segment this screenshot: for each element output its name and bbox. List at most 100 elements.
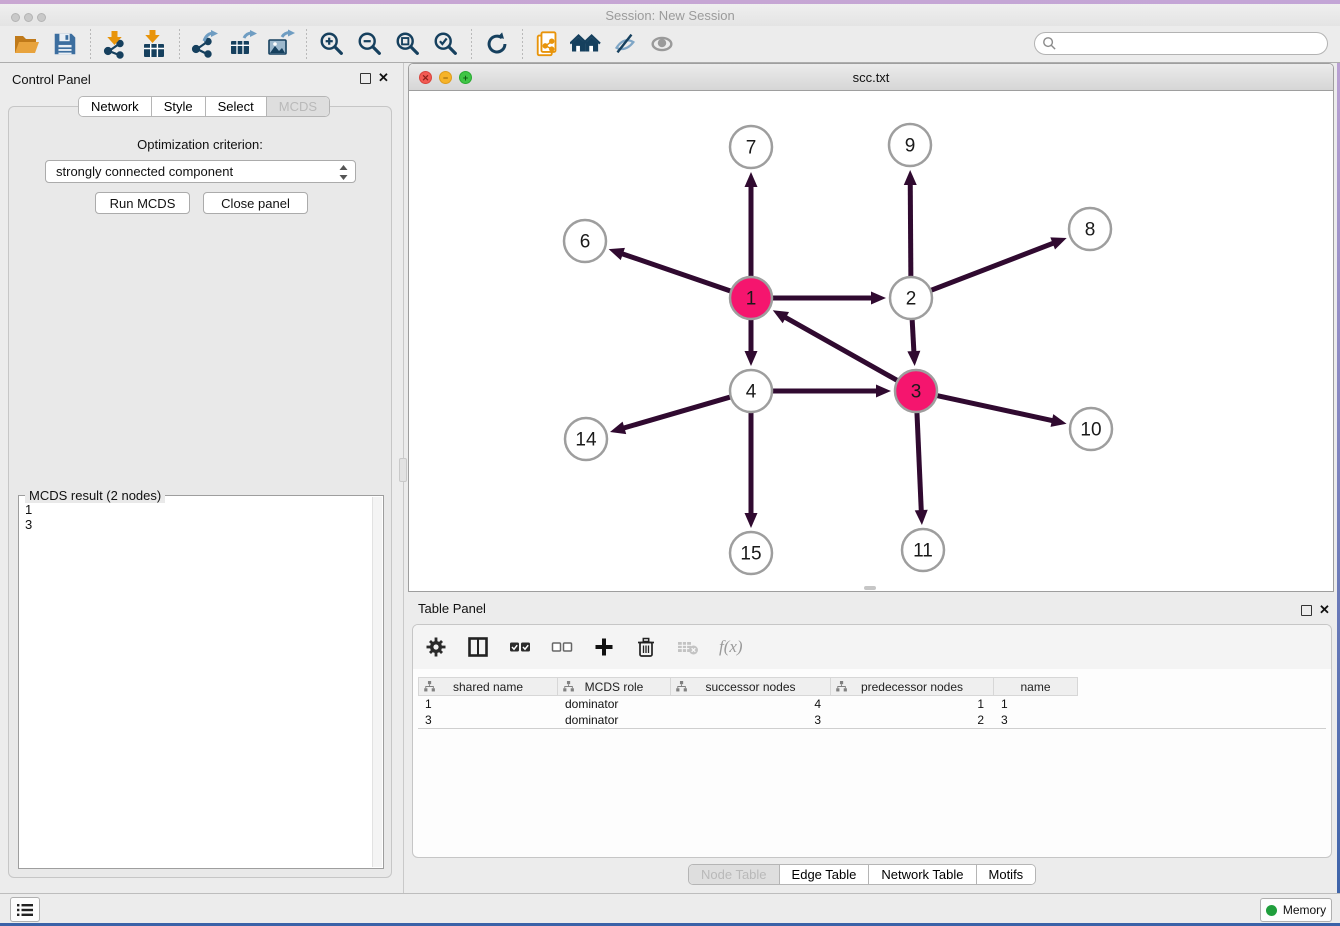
graph-node-label-8: 8 bbox=[1085, 220, 1096, 241]
panel-divider-handle[interactable] bbox=[399, 458, 407, 482]
refresh-layout-icon[interactable] bbox=[478, 27, 516, 61]
cell-mcds-role[interactable]: dominator bbox=[558, 696, 671, 712]
select-all-icon[interactable] bbox=[509, 636, 531, 658]
cell-mcds-role[interactable]: dominator bbox=[558, 712, 671, 728]
node-table-panel: f(x) shared nameMCDS rolesuccessor nodes… bbox=[412, 624, 1332, 858]
cell-shared-name[interactable]: 3 bbox=[418, 712, 558, 728]
graph-edge-3-10[interactable] bbox=[935, 395, 1054, 421]
open-folder-icon[interactable] bbox=[8, 27, 46, 61]
export-image-icon[interactable] bbox=[262, 27, 300, 61]
graph-edge-1-6[interactable] bbox=[621, 253, 733, 291]
toolbar-separator bbox=[471, 29, 472, 59]
list-icon bbox=[16, 902, 34, 918]
sort-tree-icon bbox=[424, 681, 435, 692]
trash-icon[interactable] bbox=[635, 636, 657, 658]
tab-mcds[interactable]: MCDS bbox=[267, 97, 329, 116]
zoom-fit-icon[interactable] bbox=[389, 27, 427, 61]
float-panel-icon[interactable] bbox=[360, 73, 371, 84]
cell-predecessor-nodes[interactable]: 1 bbox=[831, 696, 994, 712]
search-input[interactable] bbox=[1034, 32, 1328, 55]
memory-button[interactable]: Memory bbox=[1260, 898, 1332, 922]
graph-edge-arrow-icon bbox=[904, 170, 917, 185]
tab-select[interactable]: Select bbox=[206, 97, 267, 116]
main-toolbar bbox=[0, 26, 1340, 63]
network-canvas[interactable]: 7968124314101511 bbox=[409, 91, 1333, 592]
column-header-mcds-role[interactable]: MCDS role bbox=[558, 677, 671, 696]
column-header-name[interactable]: name bbox=[994, 677, 1078, 696]
close-table-panel-icon[interactable]: ✕ bbox=[1319, 602, 1330, 618]
toolbar-separator bbox=[179, 29, 180, 59]
table-toolbar: f(x) bbox=[413, 625, 1331, 669]
tab-node-table[interactable]: Node Table bbox=[689, 865, 780, 884]
chevron-up-down-icon bbox=[338, 164, 349, 184]
graph-edge-3-11[interactable] bbox=[917, 410, 921, 512]
criterion-select[interactable]: strongly connected component bbox=[45, 160, 356, 183]
cell-name[interactable]: 3 bbox=[994, 712, 1078, 728]
zoom-out-icon[interactable] bbox=[351, 27, 389, 61]
import-network-icon[interactable] bbox=[97, 27, 135, 61]
cell-name[interactable]: 1 bbox=[994, 696, 1078, 712]
column-header-predecessor-nodes[interactable]: predecessor nodes bbox=[831, 677, 994, 696]
float-table-panel-icon[interactable] bbox=[1301, 605, 1312, 616]
export-table-icon[interactable] bbox=[224, 27, 262, 61]
graph-edge-2-3[interactable] bbox=[912, 317, 914, 353]
column-label: predecessor nodes bbox=[861, 680, 963, 694]
graph-edge-arrow-icon bbox=[907, 351, 920, 366]
graph-node-label-11: 11 bbox=[913, 541, 933, 562]
task-history-button[interactable] bbox=[10, 897, 40, 922]
home-icon[interactable] bbox=[567, 27, 605, 61]
mcds-result-text[interactable]: 1 3 bbox=[25, 502, 369, 864]
export-network-icon[interactable] bbox=[186, 27, 224, 61]
tab-motifs[interactable]: Motifs bbox=[977, 865, 1036, 884]
column-header-successor-nodes[interactable]: successor nodes bbox=[671, 677, 831, 696]
graph-edge-arrow-icon bbox=[871, 292, 886, 305]
hide-details-icon[interactable] bbox=[605, 27, 643, 61]
result-scrollbar[interactable] bbox=[372, 497, 382, 867]
function-builder-icon[interactable]: f(x) bbox=[719, 636, 743, 658]
run-mcds-button[interactable]: Run MCDS bbox=[95, 192, 190, 214]
add-column-icon[interactable] bbox=[593, 636, 615, 658]
save-icon[interactable] bbox=[46, 27, 84, 61]
network-scrollbar-handle[interactable] bbox=[864, 586, 876, 590]
graph-edge-3-1[interactable] bbox=[784, 317, 899, 382]
tab-network-table[interactable]: Network Table bbox=[869, 865, 976, 884]
tab-network[interactable]: Network bbox=[79, 97, 152, 116]
delete-column-icon[interactable] bbox=[677, 636, 699, 658]
node-table: shared nameMCDS rolesuccessor nodes prede… bbox=[418, 677, 1326, 729]
cell-predecessor-nodes[interactable]: 2 bbox=[831, 712, 994, 728]
import-table-icon[interactable] bbox=[135, 27, 173, 61]
network-window-title: scc.txt bbox=[409, 70, 1333, 85]
graph-edge-arrow-icon bbox=[745, 172, 758, 187]
deselect-all-icon[interactable] bbox=[551, 636, 573, 658]
graph-edge-arrow-icon bbox=[1051, 414, 1067, 427]
application-window: Session: New Session bbox=[0, 0, 1340, 926]
columns-icon[interactable] bbox=[467, 636, 489, 658]
network-window-title-bar[interactable]: ✕ − + scc.txt bbox=[409, 64, 1333, 91]
zoom-in-icon[interactable] bbox=[313, 27, 351, 61]
window-title-bar[interactable]: Session: New Session bbox=[0, 4, 1340, 26]
network-graph: 7968124314101511 bbox=[409, 91, 1333, 592]
tab-edge-table[interactable]: Edge Table bbox=[780, 865, 870, 884]
graph-node-label-4: 4 bbox=[746, 382, 757, 403]
gear-icon[interactable] bbox=[425, 636, 447, 658]
table-row-1[interactable]: 1dominator411 bbox=[418, 696, 1326, 712]
tab-style[interactable]: Style bbox=[152, 97, 206, 116]
cell-successor-nodes[interactable]: 4 bbox=[671, 696, 831, 712]
graph-edge-2-8[interactable] bbox=[929, 243, 1055, 291]
table-row-2[interactable]: 3dominator323 bbox=[418, 712, 1326, 728]
graph-edge-2-9[interactable] bbox=[910, 183, 911, 279]
cell-shared-name[interactable]: 1 bbox=[418, 696, 558, 712]
network-document-icon[interactable] bbox=[529, 27, 567, 61]
table-body: 1dominator4113dominator323 bbox=[418, 696, 1326, 729]
table-header-row: shared nameMCDS rolesuccessor nodes prede… bbox=[418, 677, 1326, 696]
column-header-shared-name[interactable]: shared name bbox=[418, 677, 558, 696]
eye-icon[interactable] bbox=[643, 27, 681, 61]
cell-successor-nodes[interactable]: 3 bbox=[671, 712, 831, 728]
control-panel-header: Control Panel ✕ bbox=[0, 66, 400, 92]
zoom-selected-icon[interactable] bbox=[427, 27, 465, 61]
graph-edge-4-14[interactable] bbox=[622, 396, 732, 428]
graph-edge-arrow-icon bbox=[745, 513, 758, 528]
close-panel-button[interactable]: Close panel bbox=[203, 192, 308, 214]
close-panel-icon[interactable]: ✕ bbox=[378, 70, 389, 86]
table-panel-title: Table Panel bbox=[418, 601, 486, 616]
